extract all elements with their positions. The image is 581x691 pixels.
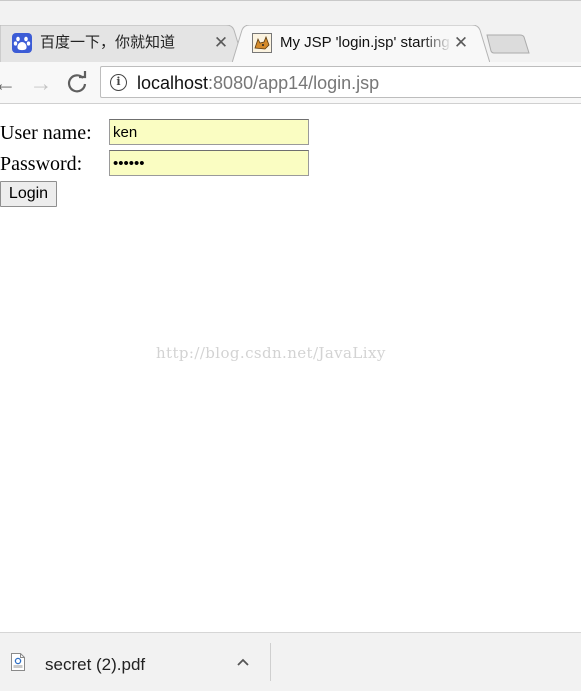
url-text[interactable]: localhost:8080/app14/login.jsp	[137, 72, 379, 94]
address-bar[interactable]: i localhost:8080/app14/login.jsp	[100, 66, 581, 98]
login-button[interactable]: Login	[0, 181, 57, 207]
page-content: User name: Password: Login http://blog.c…	[0, 104, 581, 632]
shelf-divider	[270, 643, 271, 681]
close-tab-icon[interactable]: ✕	[452, 33, 470, 53]
back-arrow-icon[interactable]: ←	[0, 70, 18, 96]
watermark-text: http://blog.csdn.net/JavaLixy	[156, 344, 386, 362]
url-host: localhost	[137, 73, 209, 93]
reload-icon[interactable]	[64, 70, 90, 96]
new-tab-button[interactable]	[486, 33, 530, 55]
download-filename: secret (2).pdf	[45, 655, 146, 674]
tab-baidu[interactable]: 百度一下，你就知道 ✕	[0, 25, 244, 63]
username-field[interactable]	[109, 119, 309, 145]
site-info-icon[interactable]: i	[110, 74, 127, 91]
tab-title: 百度一下，你就知道	[40, 34, 176, 51]
tab-login-jsp[interactable]: My JSP 'login.jsp' starting page ✕	[232, 25, 490, 63]
close-tab-icon[interactable]: ✕	[212, 33, 230, 53]
pdf-file-icon	[11, 653, 25, 671]
baidu-paw-icon	[12, 33, 32, 53]
url-path: :8080/app14/login.jsp	[208, 73, 380, 93]
password-field[interactable]	[109, 150, 309, 176]
password-label: Password:	[0, 153, 83, 175]
tab-title: My JSP 'login.jsp' starting page	[280, 34, 452, 51]
browser-toolbar: ← → i localhost:8080/app14/login.jsp	[0, 62, 581, 104]
forward-arrow-icon[interactable]: →	[28, 70, 54, 96]
chevron-up-icon[interactable]	[232, 651, 254, 673]
download-item[interactable]: secret (2).pdf	[0, 633, 270, 691]
download-shelf: secret (2).pdf	[0, 632, 581, 691]
tab-strip: 百度一下，你就知道 ✕ My JSP 'login.jsp' starting …	[0, 0, 581, 63]
username-label: User name:	[0, 122, 92, 144]
tomcat-icon	[252, 33, 272, 53]
